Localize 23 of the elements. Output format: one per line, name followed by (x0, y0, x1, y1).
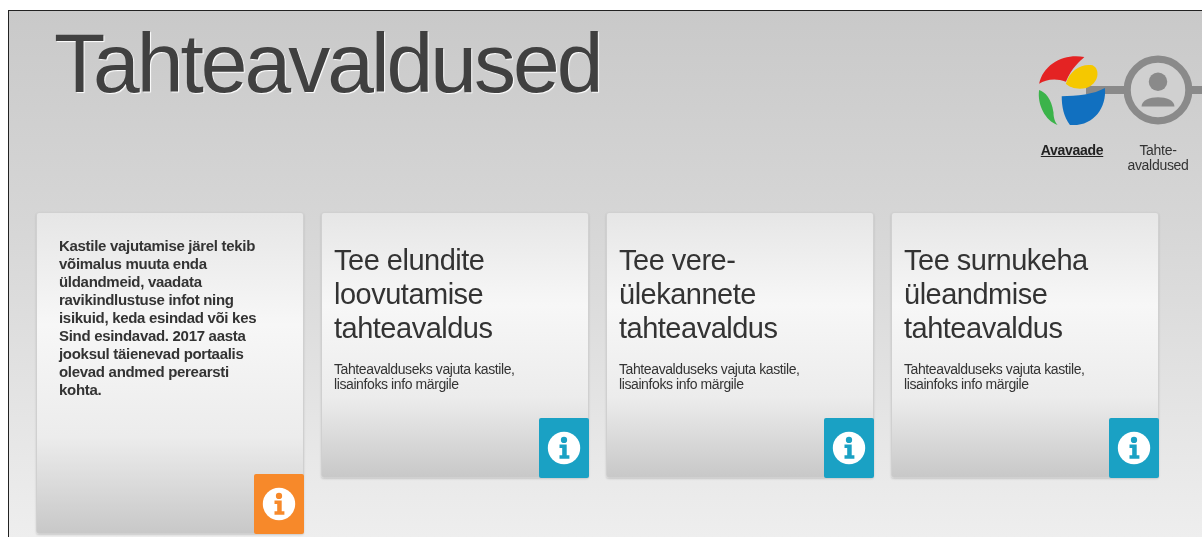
tile-description: Kastile vajutamise järel tekib võimalus muuta enda üldandmeid, vaadata ravikindlustuse infot ning isikuid, keda esindad või kes Sind esindavad. 2017 aasta jooksul täienevad portaalis olevad andmed perearsti kohta. (59, 237, 258, 399)
tile-hint: Tahteavalduseks vajuta kastile, lisainfoks info märgile (904, 361, 1086, 393)
info-icon (831, 430, 867, 466)
info-button[interactable] (1109, 418, 1159, 478)
tile[interactable] (36, 212, 304, 534)
tile[interactable]: Tee elundite loovutamise tahteavaldus Tahteavalduseks vajuta kastile, lisainfoks info märgile (321, 212, 589, 478)
info-button[interactable] (539, 418, 589, 478)
info-icon (1116, 430, 1152, 466)
home-link[interactable]: Avavaade (1040, 143, 1104, 159)
tile-title: Tee vere- ülekannete tahteavaldus (619, 243, 779, 346)
info-button[interactable] (824, 418, 874, 478)
tile-title: Tee elundite loovutamise tahteavaldus (334, 243, 494, 346)
current-page-label: Tahte- avaldused (1127, 143, 1189, 174)
tile-hint: Tahteavalduseks vajuta kastile, lisainfoks info märgile (334, 361, 516, 393)
info-icon (546, 430, 582, 466)
info-icon (261, 486, 297, 522)
info-button[interactable] (254, 474, 304, 534)
tile-title: Tee surnukeha üleandmise tahteavaldus (904, 243, 1089, 346)
tile[interactable]: Tee surnukeha üleandmise tahteavaldus Tahteavalduseks vajuta kastile, lisainfoks info märgile (891, 212, 1159, 478)
tile-hint: Tahteavalduseks vajuta kastile, lisainfoks info märgile (619, 361, 801, 393)
tile[interactable]: Tee vere- ülekannete tahteavaldus Tahteavalduseks vajuta kastile, lisainfoks info märgile (606, 212, 874, 478)
page-title: Tahteavaldused (54, 21, 601, 105)
user-icon (1121, 53, 1195, 127)
